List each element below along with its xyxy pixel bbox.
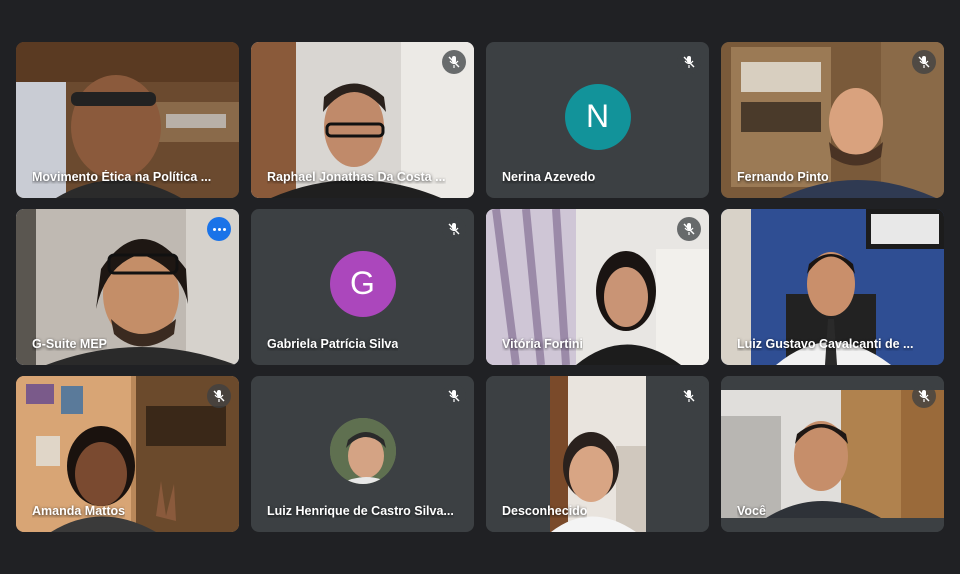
participant-name: Luiz Gustavo Cavalcanti de ... [737,337,914,351]
mic-off-icon [677,384,701,408]
avatar: N [564,83,631,150]
participant-tile[interactable]: Amanda Mattos [16,376,239,532]
participant-name: Raphael Jonathas Da Costa ... [267,170,446,184]
participant-tile[interactable]: Movimento Ética na Política ... [16,42,239,198]
mic-off-icon [912,384,936,408]
participant-tile[interactable]: N Nerina Azevedo [486,42,709,198]
mic-off-icon [677,217,701,241]
participant-name: Desconhecido [502,504,588,518]
participant-tile[interactable]: Raphael Jonathas Da Costa ... [251,42,474,198]
participant-tile[interactable]: G Gabriela Patrícia Silva [251,209,474,365]
participant-name: Amanda Mattos [32,504,126,518]
participant-tile[interactable]: Você [721,376,944,532]
participant-tile[interactable]: G-Suite MEP [16,209,239,365]
video-grid: Movimento Ética na Política ... Raphael … [16,42,944,532]
participant-tile[interactable]: Vitória Fortini [486,209,709,365]
mic-off-icon [442,384,466,408]
more-options-icon[interactable] [207,217,231,241]
participant-tile[interactable]: Luiz Gustavo Cavalcanti de ... [721,209,944,365]
participant-name: Fernando Pinto [737,170,829,184]
participant-name: Gabriela Patrícia Silva [267,337,399,351]
mic-off-icon [442,217,466,241]
participant-name: Nerina Azevedo [502,170,596,184]
mic-off-icon [912,50,936,74]
mic-off-icon [442,50,466,74]
participant-name: Luiz Henrique de Castro Silva... [267,504,454,518]
participant-tile[interactable]: Desconhecido [486,376,709,532]
participant-name: G-Suite MEP [32,337,108,351]
participant-name: Vitória Fortini [502,337,584,351]
mic-off-icon [207,384,231,408]
avatar [329,417,396,484]
participant-tile[interactable]: Fernando Pinto [721,42,944,198]
participant-name: Você [737,504,766,518]
participant-name: Movimento Ética na Política ... [32,170,212,184]
participant-tile[interactable]: Luiz Henrique de Castro Silva... [251,376,474,532]
mic-off-icon [677,50,701,74]
avatar: G [329,250,396,317]
